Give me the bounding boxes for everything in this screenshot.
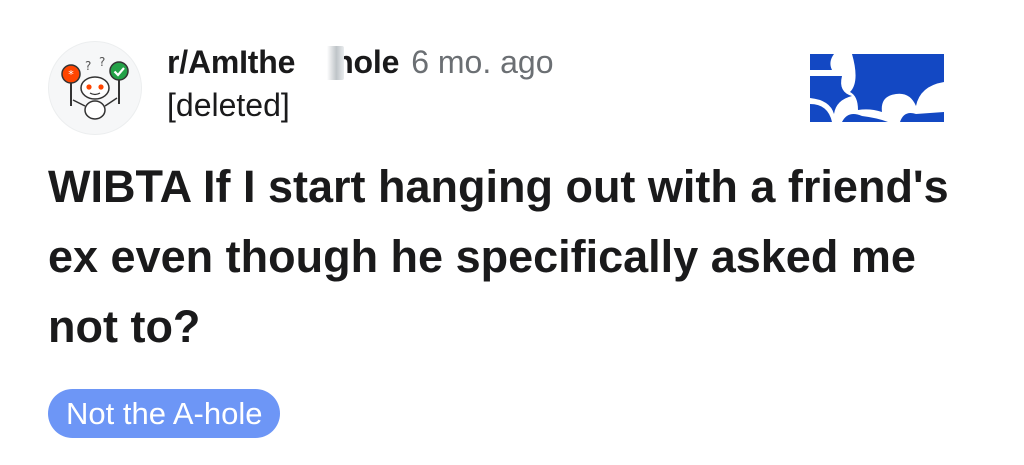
subreddit-avatar[interactable]: * ? ?	[49, 42, 141, 134]
post-flair[interactable]: Not the A-hole	[48, 389, 281, 438]
meta-line: r/AmIthe hole 6 mo. ago	[167, 44, 554, 81]
svg-text:?: ?	[99, 55, 105, 69]
post-age: 6 mo. ago	[411, 44, 554, 80]
join-button-icon	[810, 54, 944, 122]
subreddit-name: r/AmIthe	[167, 44, 296, 80]
redaction-blur	[306, 46, 344, 80]
subreddit-link[interactable]: r/AmIthe hole	[167, 44, 399, 81]
svg-text:?: ?	[85, 59, 91, 73]
post-title[interactable]: WIBTA If I start hanging out with a frie…	[48, 152, 998, 362]
snoo-avatar-icon: * ? ?	[61, 55, 129, 120]
post-meta: r/AmIthe hole 6 mo. ago [deleted]	[167, 44, 554, 124]
post-author[interactable]: [deleted]	[167, 87, 554, 124]
join-button[interactable]	[808, 52, 946, 124]
svg-text:*: *	[68, 68, 74, 81]
